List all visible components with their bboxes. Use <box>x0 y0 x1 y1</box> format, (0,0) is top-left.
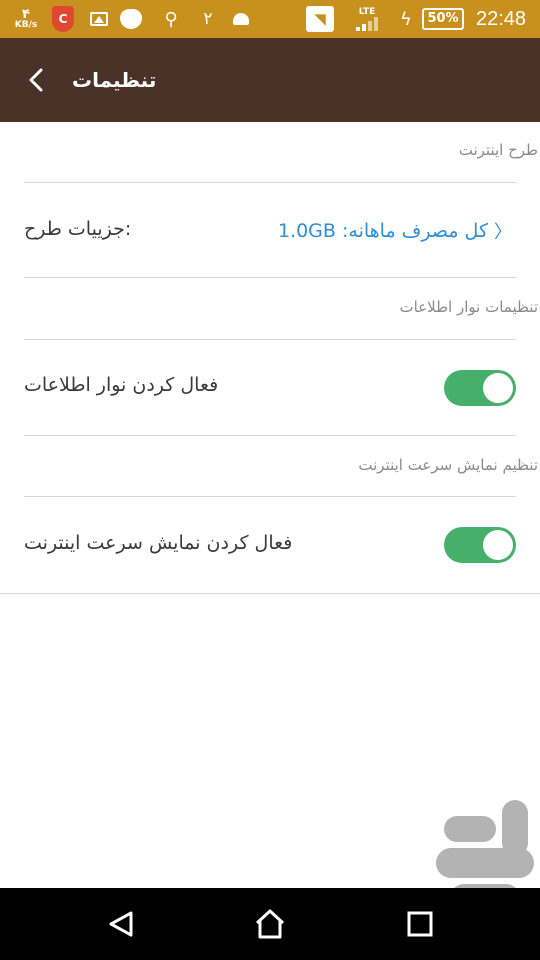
image-notification-icon <box>88 0 110 38</box>
page-title: تنظیمات <box>72 68 157 92</box>
nav-recents-button[interactable] <box>380 888 460 960</box>
charging-icon: ϟ <box>400 8 412 30</box>
divider <box>24 435 516 436</box>
square-recents-icon <box>407 911 433 937</box>
divider <box>24 496 516 497</box>
android-icon <box>230 0 252 38</box>
monthly-usage-text: کل مصرف ماهانه: 1.0GB <box>277 220 488 242</box>
wifi-icon: ◥ <box>306 0 334 38</box>
cell-signal-icon: LTE <box>350 0 384 38</box>
net-speed-unit: KB/s <box>14 20 38 30</box>
toggle-knob <box>483 373 513 403</box>
plan-details-label: جزییات طرح: <box>24 218 132 240</box>
triangle-back-icon <box>109 911 133 937</box>
speed-display-toggle[interactable] <box>444 527 516 563</box>
speed-display-toggle-label: فعال کردن نمایش سرعت اینترنت <box>24 532 293 554</box>
toggle-knob <box>483 530 513 560</box>
section-header-notification-bar: تنظیمات نوار اطلاعات <box>399 298 538 316</box>
system-navigation-bar <box>0 888 540 960</box>
notification-bar-toggle-label: فعال کردن نوار اطلاعات <box>24 374 219 396</box>
battery-indicator: 50% <box>422 0 464 38</box>
net-speed-indicator: ۴ KB/s <box>8 0 44 38</box>
chevron-left-small-icon: 〈 <box>494 222 512 243</box>
status-clock: 22:48 <box>475 7 527 30</box>
status-bar: ۴ KB/s C ⚲ ۲ ◥ LTE ϟ 50% 22:48 <box>0 0 540 38</box>
nav-home-button[interactable] <box>230 888 310 960</box>
chevron-left-icon <box>29 68 43 92</box>
back-button[interactable] <box>14 60 58 100</box>
notification-bar-toggle[interactable] <box>444 370 516 406</box>
section-header-speed-display: تنظیم نمایش سرعت اینترنت <box>358 456 538 474</box>
divider <box>24 182 516 183</box>
divider <box>24 277 516 278</box>
monthly-usage-link[interactable]: 〈 کل مصرف ماهانه: 1.0GB <box>278 218 512 244</box>
notification-count: ۲ <box>203 9 213 29</box>
divider <box>0 593 540 594</box>
house-icon <box>255 909 285 939</box>
app-bar: تنظیمات <box>0 38 540 122</box>
divider <box>24 339 516 340</box>
app-badge-letter: C <box>52 6 74 32</box>
cat-notification-icon <box>120 0 142 38</box>
usb-icon: ⚲ <box>164 8 178 30</box>
app-notification-icon: C <box>50 0 76 38</box>
network-type: LTE <box>358 6 376 17</box>
section-header-internet-plan: طرح اینترنت <box>458 141 538 159</box>
nav-back-button[interactable] <box>82 888 162 960</box>
battery-percent: 50% <box>422 8 464 30</box>
